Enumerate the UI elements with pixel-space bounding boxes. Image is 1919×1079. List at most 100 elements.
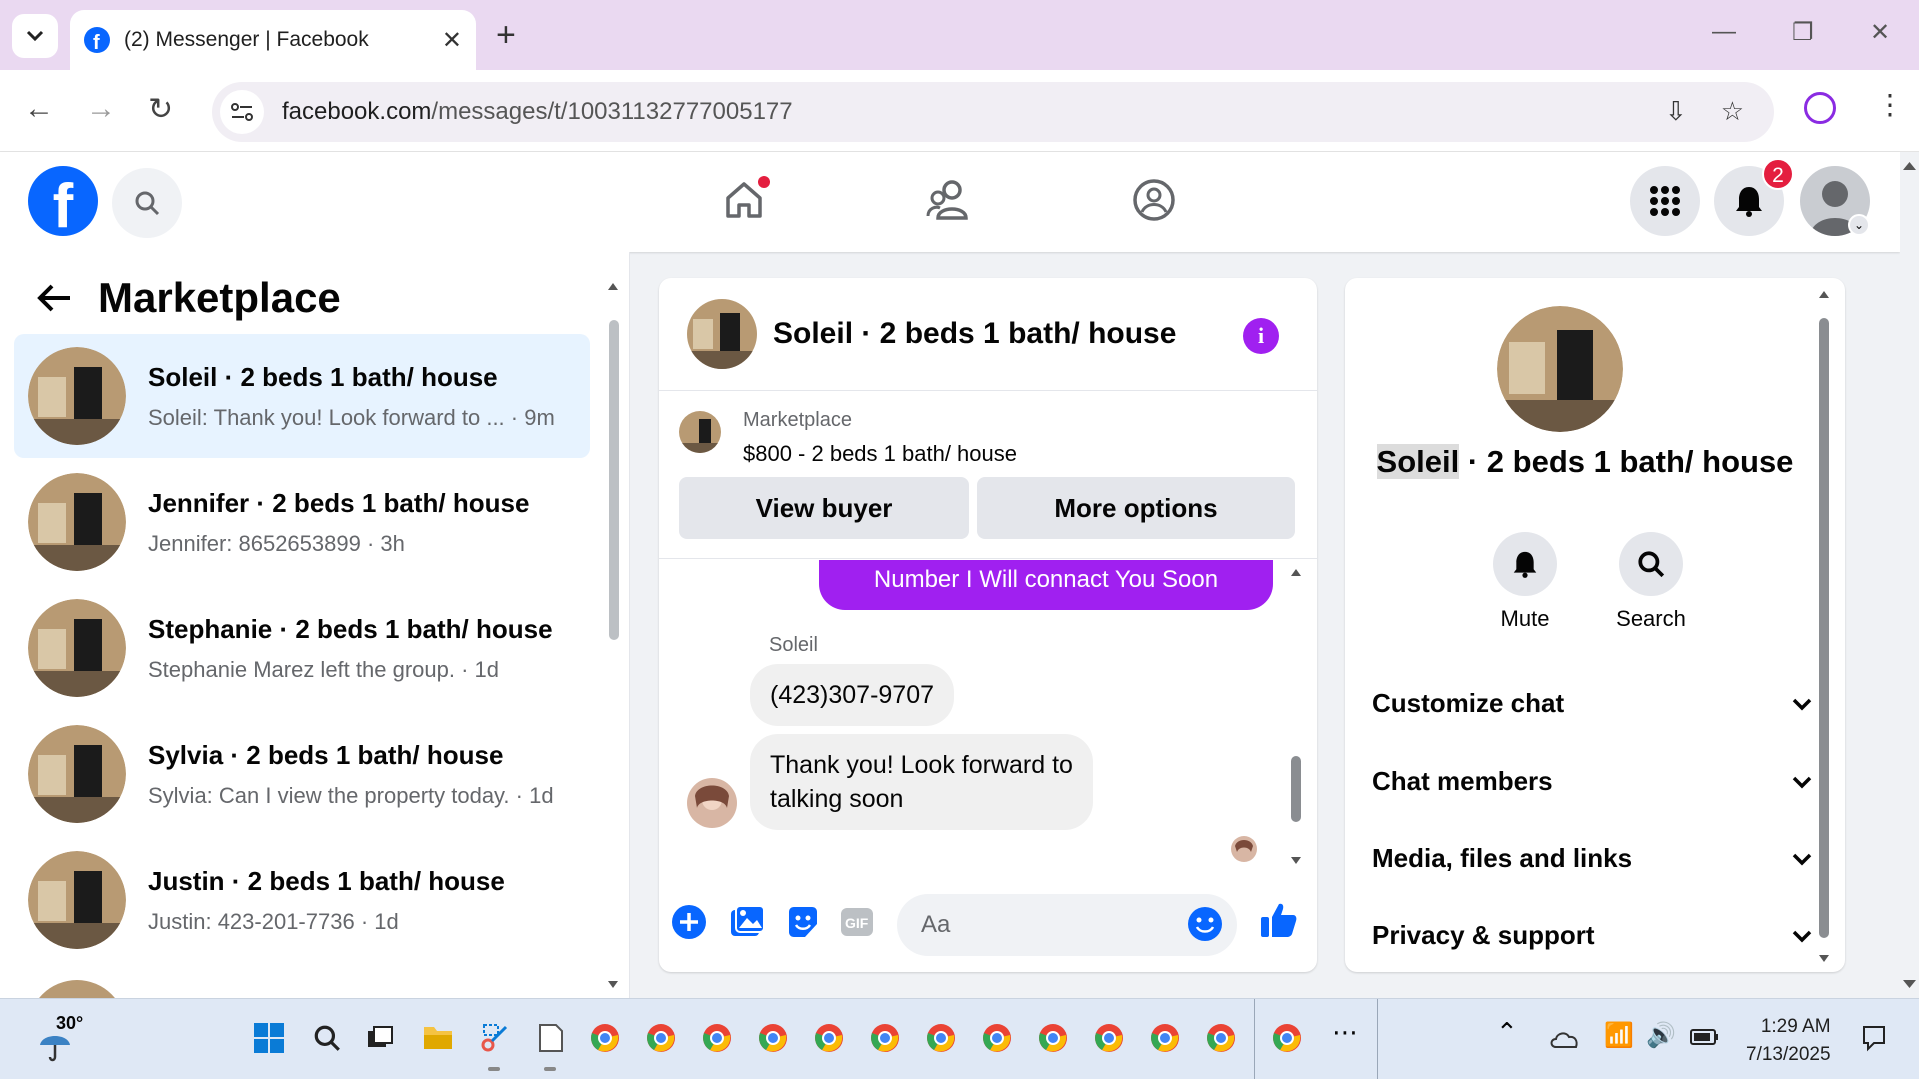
chat-info-name: Soleil · 2 beds 1 bath/ house [1376, 444, 1794, 479]
scroll-up-icon[interactable] [606, 280, 620, 292]
chat-info-panel: Soleil · 2 beds 1 bath/ house Mute Searc… [1345, 278, 1845, 972]
file-explorer-icon[interactable] [422, 1023, 454, 1051]
onedrive-icon[interactable] [1548, 1027, 1580, 1049]
sticker-icon[interactable] [785, 904, 821, 940]
forward-icon[interactable]: → [86, 92, 116, 126]
conversation-item[interactable]: Sylvia · 2 beds 1 bath/ house Sylvia: Ca… [14, 712, 590, 836]
friends-icon[interactable] [926, 178, 972, 222]
scroll-thumb[interactable] [1819, 318, 1829, 938]
scroll-down-icon[interactable] [606, 978, 620, 990]
groups-icon[interactable] [1132, 178, 1176, 222]
conversation-list-scrollbar[interactable] [606, 280, 620, 990]
more-apps-icon[interactable]: ⋯ [1332, 1017, 1358, 1048]
tab-close-icon[interactable]: ✕ [442, 26, 462, 55]
chrome-taskbar-icon[interactable] [646, 1023, 676, 1053]
info-panel-scrollbar[interactable] [1817, 288, 1831, 964]
plus-icon[interactable] [671, 904, 707, 940]
conversation-item[interactable]: Stephanie · 2 beds 1 bath/ house Stephan… [14, 586, 590, 710]
scroll-up-icon[interactable] [1817, 288, 1831, 300]
scroll-thumb[interactable] [1291, 756, 1301, 822]
conversation-item[interactable]: Jennifer · 2 beds 1 bath/ house Jennifer… [14, 460, 590, 584]
battery-icon[interactable] [1690, 1027, 1720, 1047]
conversation-item[interactable]: Soleil · 2 beds 1 bath/ house Soleil: Th… [14, 334, 590, 458]
svg-text:GIF: GIF [845, 915, 869, 931]
tab-search-button[interactable] [12, 14, 58, 58]
facebook-search-button[interactable] [112, 168, 182, 238]
browser-tab-active[interactable]: f (2) Messenger | Facebook ✕ [70, 10, 476, 70]
notepad-icon[interactable] [538, 1023, 564, 1053]
search-action[interactable]: Search [1601, 532, 1701, 632]
gif-icon[interactable]: GIF [839, 904, 875, 940]
account-chevron-icon[interactable]: ⌄ [1848, 214, 1870, 236]
chat-avatar[interactable] [687, 299, 757, 369]
thumbs-up-icon[interactable] [1259, 900, 1299, 940]
message-input[interactable]: Aa [897, 894, 1237, 956]
address-bar[interactable]: facebook.com/messages/t/1003113277700517… [212, 82, 1774, 142]
chrome-taskbar-icon[interactable] [758, 1023, 788, 1053]
system-clock[interactable]: 1:29 AM 7/13/2025 [1746, 1013, 1831, 1069]
chat-title[interactable]: Soleil · 2 beds 1 bath/ house [773, 317, 1176, 351]
windows-start-icon[interactable] [254, 1023, 284, 1053]
profile-icon[interactable] [1804, 92, 1836, 124]
photo-icon[interactable] [729, 904, 765, 940]
show-hidden-icons-icon[interactable]: ⌃ [1496, 1017, 1518, 1048]
scroll-down-icon[interactable] [1289, 854, 1303, 866]
chrome-taskbar-icon[interactable] [870, 1023, 900, 1053]
scroll-down-icon[interactable] [1900, 976, 1919, 992]
conversation-item[interactable]: Justin · 2 beds 1 bath/ house Justin: 42… [14, 838, 590, 962]
new-tab-button[interactable]: + [496, 16, 516, 55]
scroll-up-icon[interactable] [1289, 566, 1303, 578]
chrome-taskbar-icon[interactable] [814, 1023, 844, 1053]
listing-thumbnail [28, 473, 126, 571]
wifi-icon[interactable]: 📶 [1604, 1021, 1634, 1050]
chrome-taskbar-icon-active[interactable] [1272, 1023, 1302, 1053]
mute-action[interactable]: Mute [1475, 532, 1575, 632]
snipping-tool-icon[interactable] [480, 1023, 510, 1053]
back-icon[interactable]: ← [24, 92, 54, 126]
window-close-icon[interactable]: ✕ [1870, 18, 1890, 47]
scroll-thumb[interactable] [609, 320, 619, 640]
chrome-taskbar-icon[interactable] [1038, 1023, 1068, 1053]
minimize-icon[interactable]: — [1712, 18, 1736, 46]
media-files-links-row[interactable]: Media, files and links [1372, 843, 1812, 874]
scroll-up-icon[interactable] [1900, 158, 1919, 174]
chrome-taskbar-icon[interactable] [1206, 1023, 1236, 1053]
incoming-message[interactable]: (423)307-9707 [750, 664, 955, 726]
chrome-taskbar-icon[interactable] [702, 1023, 732, 1053]
emoji-icon[interactable] [1187, 906, 1223, 942]
chrome-taskbar-icon[interactable] [1094, 1023, 1124, 1053]
outgoing-message[interactable]: Number I Will connact You Soon [819, 560, 1273, 610]
customize-chat-row[interactable]: Customize chat [1372, 688, 1812, 719]
sender-avatar[interactable] [687, 778, 737, 828]
incoming-message[interactable]: Thank you! Look forward to talking soon [750, 734, 1093, 830]
notification-center-icon[interactable] [1860, 1023, 1888, 1053]
site-info-icon[interactable] [220, 90, 264, 134]
chrome-taskbar-icon[interactable] [1150, 1023, 1180, 1053]
menu-grid-button[interactable] [1630, 166, 1700, 236]
listing-price-title[interactable]: $800 - 2 beds 1 bath/ house [743, 441, 1017, 467]
info-icon[interactable]: i [1243, 318, 1279, 354]
page-scrollbar[interactable] [1900, 152, 1919, 998]
install-app-icon[interactable]: ⇩ [1665, 96, 1687, 127]
view-buyer-button[interactable]: View buyer [679, 477, 969, 539]
search-label: Search [1616, 606, 1686, 631]
more-options-button[interactable]: More options [977, 477, 1295, 539]
privacy-support-row[interactable]: Privacy & support [1372, 920, 1812, 951]
volume-icon[interactable]: 🔊 [1646, 1021, 1676, 1050]
chat-members-row[interactable]: Chat members [1372, 766, 1812, 797]
facebook-logo[interactable]: f [28, 166, 98, 236]
task-view-icon[interactable] [366, 1023, 394, 1051]
chrome-taskbar-icon[interactable] [590, 1023, 620, 1053]
reload-icon[interactable]: ↻ [148, 92, 173, 127]
chat-scrollbar[interactable] [1289, 566, 1303, 866]
chat-info-avatar[interactable] [1497, 306, 1623, 432]
scroll-down-icon[interactable] [1817, 952, 1831, 964]
back-arrow-icon[interactable] [36, 282, 72, 314]
chrome-taskbar-icon[interactable] [926, 1023, 956, 1053]
chrome-menu-icon[interactable]: ⋮ [1876, 88, 1904, 121]
taskbar-search-icon[interactable] [312, 1023, 342, 1053]
chrome-taskbar-icon[interactable] [982, 1023, 1012, 1053]
bookmark-star-icon[interactable]: ☆ [1721, 96, 1744, 127]
notification-badge: 2 [1762, 158, 1794, 190]
restore-icon[interactable]: ❐ [1792, 18, 1814, 47]
